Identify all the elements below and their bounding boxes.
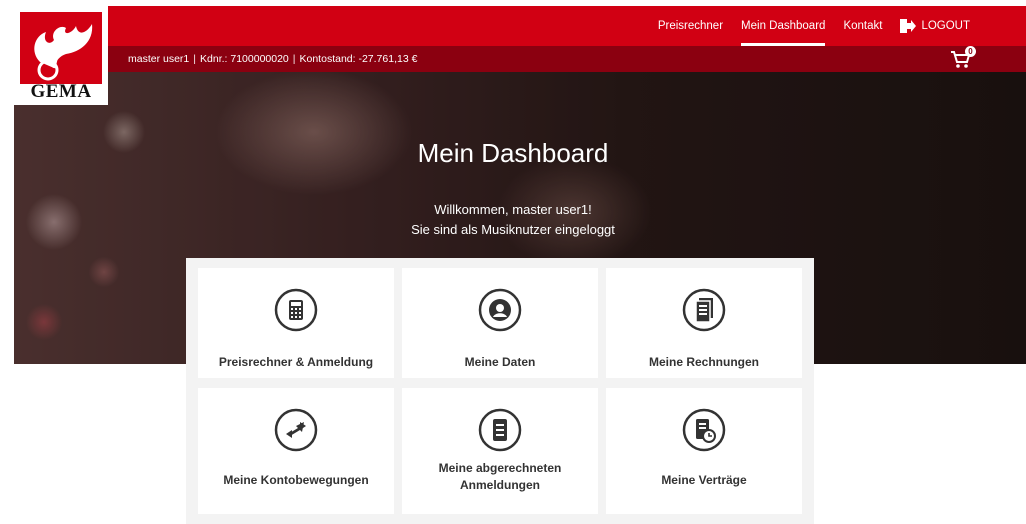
document-list-icon [478,408,522,452]
account-balance: Kontostand: -27.761,13 € [299,53,418,65]
user-name: master user1 [128,53,190,65]
top-navigation-bar: Preisrechner Mein Dashboard Kontakt LOGO… [14,6,1026,46]
gema-logo[interactable]: GEMA [14,6,108,105]
calculator-icon [274,288,318,332]
user-icon [478,288,522,332]
winged-note-icon [34,24,93,81]
separator: | [193,53,197,65]
tile-label: Meine abgerechneten Anmeldungen [438,461,562,492]
welcome-message: Willkommen, master user1! [434,202,592,217]
nav-kontakt[interactable]: Kontakt [843,6,882,46]
tile-meine-abgerechneten-anmeldungen[interactable]: Meine abgerechneten Anmeldungen [402,388,598,514]
main-nav: Preisrechner Mein Dashboard Kontakt LOGO… [640,6,970,46]
logo-mark [20,12,102,84]
invoice-icon [682,288,726,332]
logout-icon [900,19,917,33]
login-status-message: Sie sind als Musiknutzer eingeloggt [411,222,615,237]
customer-number: Kdnr.: 7100000020 [200,53,289,65]
nav-preisrechner[interactable]: Preisrechner [658,6,723,46]
tile-meine-daten[interactable]: Meine Daten [402,268,598,378]
tile-meine-kontobewegungen[interactable]: Meine Kontobewegungen [198,388,394,514]
tile-label: Meine Verträge [661,473,747,487]
tile-label: Preisrechner & Anmeldung [218,355,374,369]
logo-text: GEMA [30,81,92,102]
tile-label: Meine Kontobewegungen [223,473,369,487]
contract-icon [682,408,726,452]
transfer-arrows-icon [274,408,318,452]
tile-meine-rechnungen[interactable]: Meine Rechnungen [606,268,802,378]
tile-label: Meine Daten [464,355,536,369]
nav-mein-dashboard[interactable]: Mein Dashboard [741,6,826,46]
tile-preisrechner-anmeldung[interactable]: Preisrechner & Anmeldung [198,268,394,378]
page-title: Mein Dashboard [417,138,609,168]
user-info-bar: master user1 | Kdnr.: 7100000020 | Kontostan… [14,46,1026,72]
logout-label: LOGOUT [921,20,970,32]
tile-meine-vertraege[interactable]: Meine Verträge [606,388,802,514]
account-summary: master user1 | Kdnr.: 7100000020 | Kontostan… [128,46,417,72]
cart-count-badge: 0 [965,46,976,57]
tile-label: Meine Rechnungen [648,355,759,369]
cart-button[interactable]: 0 [950,46,976,69]
logout-link[interactable]: LOGOUT [900,6,970,46]
dashboard-tiles-panel: Preisrechner & Anmeldung Meine Daten Mei… [186,258,814,524]
separator: | [292,53,296,65]
